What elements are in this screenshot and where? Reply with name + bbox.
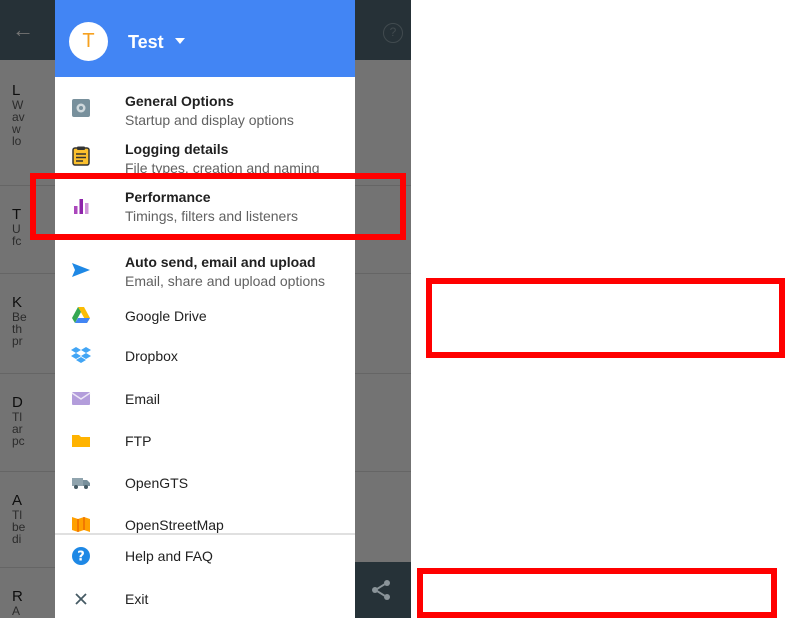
dropbox-icon [71, 347, 91, 363]
navigation-drawer: T Test General Options Startup and displ… [55, 0, 355, 618]
drawer-header: T Test [55, 0, 355, 77]
highlight-box-empty-right [426, 278, 785, 358]
menu-item-dropbox[interactable]: Dropbox [55, 342, 355, 370]
close-icon [75, 593, 87, 605]
avatar[interactable]: T [69, 22, 108, 61]
menu-item-google-drive[interactable]: Google Drive [55, 302, 355, 330]
menu-item-auto-send[interactable]: Auto send, email and upload Email, share… [55, 250, 355, 294]
phone-screen: ← ? L W av w lo T U fc K Be th pr D Tl a… [0, 0, 411, 618]
send-icon [72, 263, 90, 277]
email-icon [71, 392, 91, 405]
menu-item-general-options[interactable]: General Options Startup and display opti… [55, 88, 355, 132]
drawer-divider [55, 533, 355, 535]
highlight-box-empty-bottom [417, 568, 777, 618]
truck-icon [72, 478, 90, 489]
menu-item-email[interactable]: Email [55, 385, 355, 413]
svg-text:?: ? [77, 550, 85, 565]
bottom-action-bar [355, 562, 411, 618]
menu-item-opengts[interactable]: OpenGTS [55, 469, 355, 497]
menu-item-help-faq[interactable]: ? Help and FAQ [55, 542, 355, 570]
highlight-box-performance [30, 173, 406, 240]
google-drive-icon [72, 307, 90, 323]
gear-icon [72, 99, 90, 117]
help-icon: ? [72, 547, 90, 565]
map-icon [72, 517, 90, 532]
account-name[interactable]: Test [128, 32, 164, 53]
caret-down-icon[interactable] [175, 38, 185, 44]
clipboard-icon [72, 146, 90, 166]
share-icon[interactable] [369, 578, 393, 602]
folder-icon [72, 435, 90, 447]
menu-item-ftp[interactable]: FTP [55, 427, 355, 455]
menu-item-exit[interactable]: Exit [55, 585, 355, 613]
menu-item-openstreetmap[interactable]: OpenStreetMap [55, 511, 355, 535]
